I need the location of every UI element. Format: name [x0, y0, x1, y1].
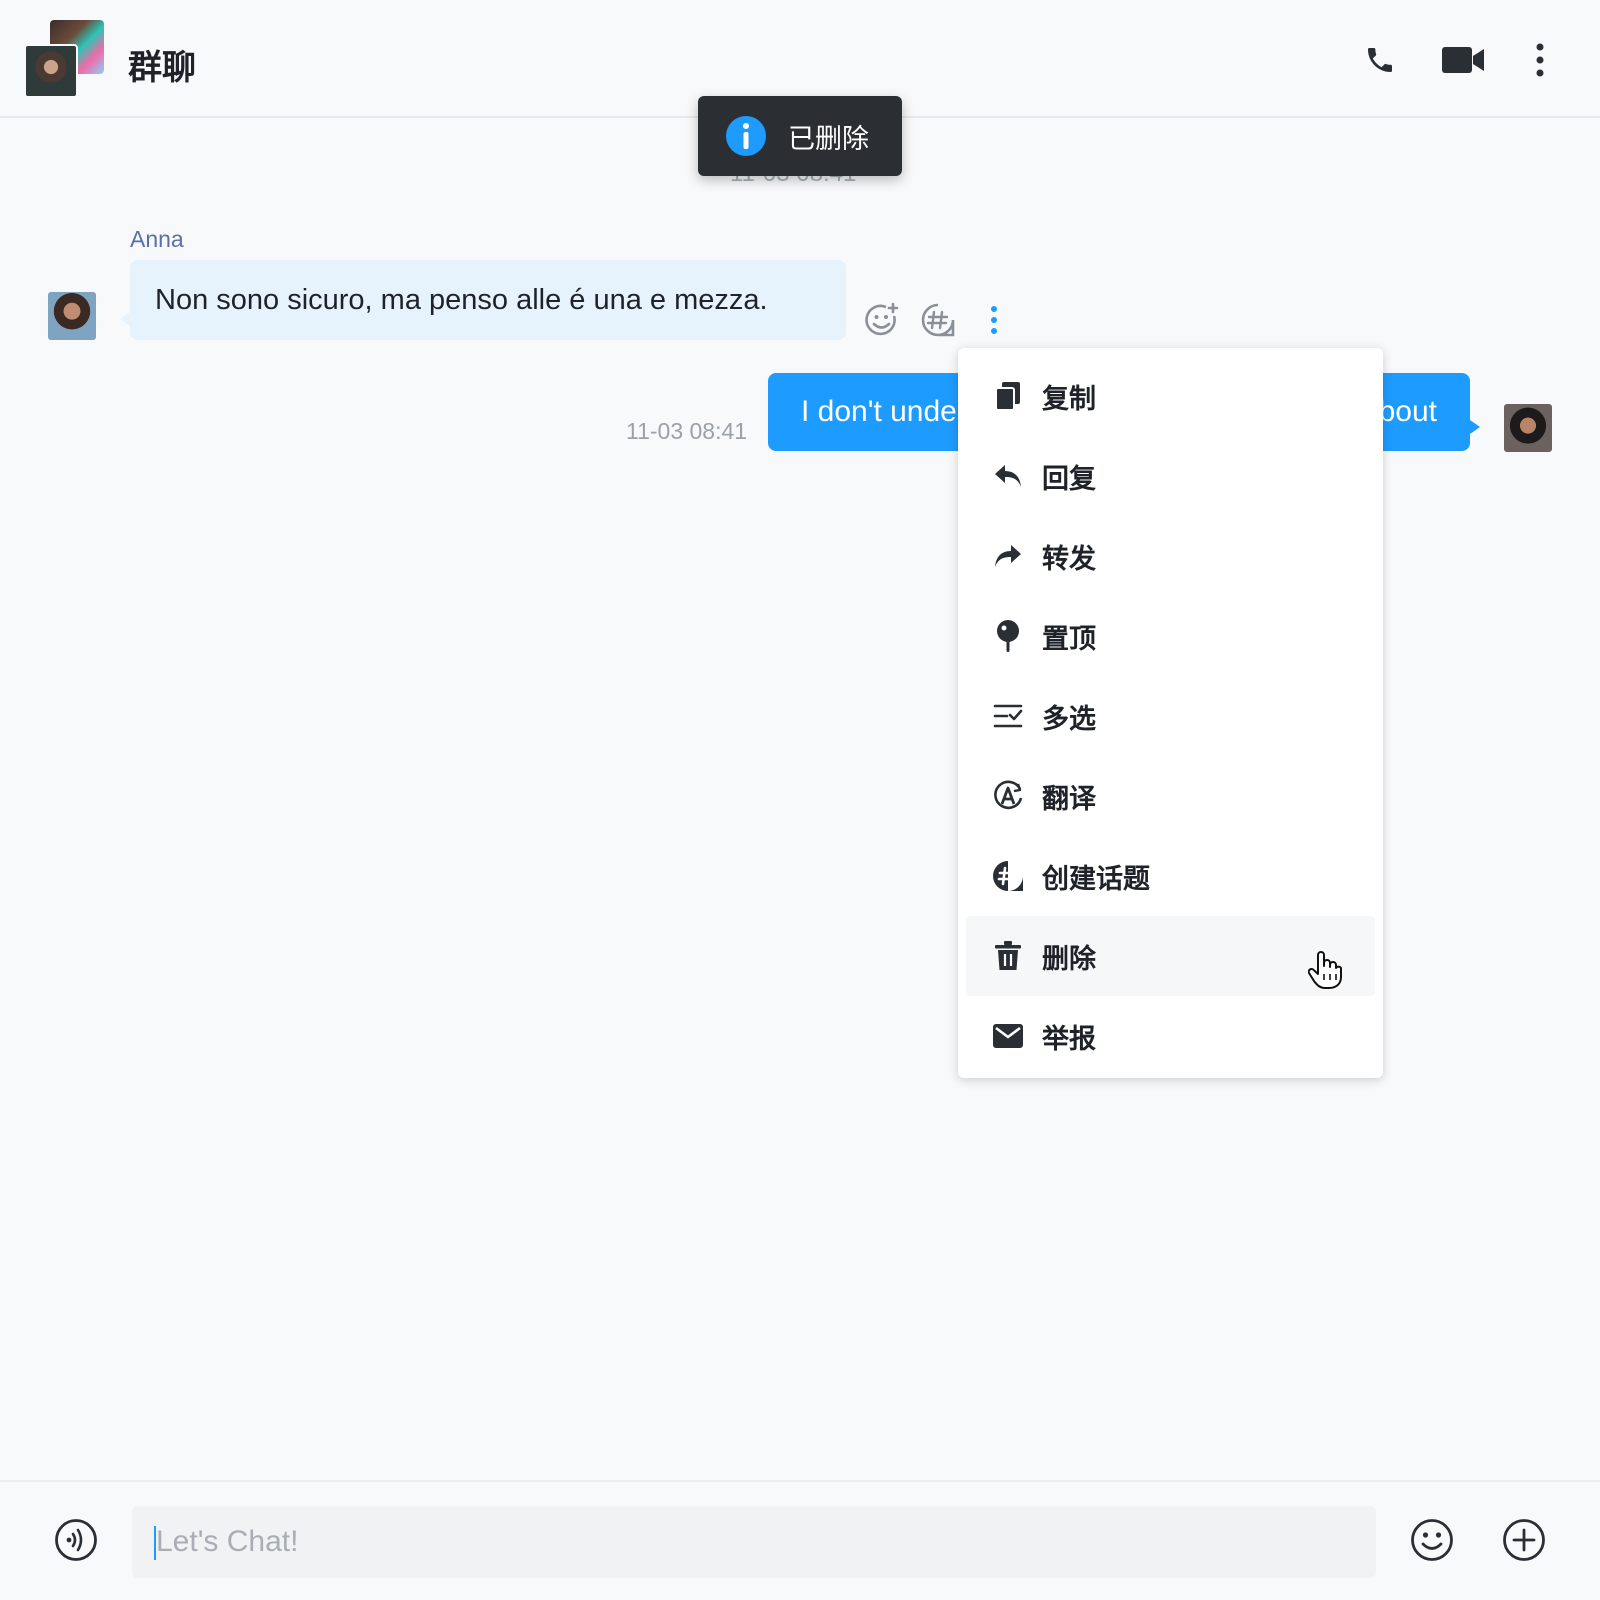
- chat-input[interactable]: [132, 1506, 1376, 1578]
- text-caret: [154, 1526, 156, 1560]
- menu-item-label: 翻译: [1042, 783, 1096, 815]
- avatar[interactable]: [48, 292, 96, 340]
- message-timestamp: 11-03 08:41: [626, 418, 748, 444]
- emoji-add-icon[interactable]: [864, 302, 900, 338]
- create-topic-icon: [990, 858, 1026, 894]
- menu-item-label: 置顶: [1042, 623, 1096, 655]
- menu-item-reply[interactable]: 回复: [966, 436, 1375, 516]
- trash-icon: [990, 938, 1026, 974]
- message-text: I don't unde: [801, 395, 957, 428]
- menu-item-label: 创建话题: [1042, 863, 1150, 895]
- copy-icon: [990, 378, 1026, 414]
- bubble-tail: [1470, 420, 1480, 434]
- hand-cursor-icon: [1307, 950, 1342, 995]
- message-text: Non sono sicuro, ma penso alle é una e m…: [155, 283, 768, 316]
- menu-item-label: 复制: [1042, 383, 1096, 415]
- menu-item-forward[interactable]: 转发: [966, 516, 1375, 596]
- forward-icon: [990, 538, 1026, 574]
- menu-item-label: 多选: [1042, 703, 1096, 735]
- translate-icon: [990, 778, 1026, 814]
- menu-item-translate[interactable]: 翻译: [966, 756, 1375, 836]
- group-avatar-front: [24, 44, 78, 98]
- menu-item-report[interactable]: 举报: [966, 996, 1375, 1076]
- menu-item-copy[interactable]: 复制: [966, 356, 1375, 436]
- more-vertical-icon[interactable]: [1520, 40, 1560, 80]
- pin-icon: [990, 618, 1026, 654]
- emoji-icon[interactable]: [1408, 1516, 1456, 1564]
- chat-title: 群聊: [128, 48, 196, 88]
- multi-select-icon: [990, 698, 1026, 734]
- toast-notification: 已删除: [698, 96, 902, 176]
- phone-icon[interactable]: [1360, 40, 1400, 80]
- reply-icon: [990, 458, 1026, 494]
- avatar[interactable]: [1504, 404, 1552, 452]
- plus-icon[interactable]: [1500, 1516, 1548, 1564]
- menu-item-label: 举报: [1042, 1023, 1096, 1055]
- video-camera-icon[interactable]: [1440, 40, 1486, 80]
- menu-item-multi-select[interactable]: 多选: [966, 676, 1375, 756]
- group-avatar[interactable]: [24, 18, 106, 100]
- toast-text: 已删除: [788, 123, 869, 155]
- menu-item-label: 转发: [1042, 543, 1096, 575]
- menu-item-create-topic[interactable]: 创建话题: [966, 836, 1375, 916]
- message-bubble-incoming[interactable]: Non sono sicuro, ma penso alle é una e m…: [120, 260, 846, 340]
- menu-item-label: 删除: [1042, 943, 1096, 975]
- menu-item-pin[interactable]: 置顶: [966, 596, 1375, 676]
- info-icon: [726, 116, 766, 156]
- more-vertical-icon[interactable]: [976, 302, 1012, 338]
- sender-name: Anna: [130, 226, 184, 252]
- message-text-tail: bout: [1378, 395, 1437, 428]
- topic-hash-icon[interactable]: [920, 302, 956, 338]
- report-mail-icon: [990, 1018, 1026, 1054]
- menu-item-label: 回复: [1042, 463, 1096, 495]
- composer-bar: [0, 1480, 1600, 1600]
- voice-icon[interactable]: [52, 1516, 100, 1564]
